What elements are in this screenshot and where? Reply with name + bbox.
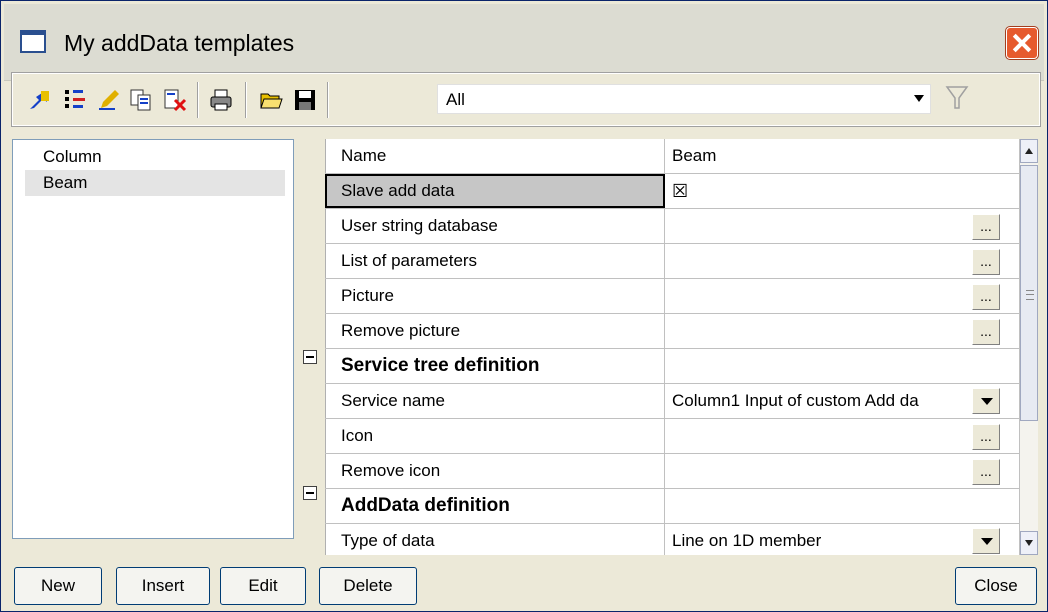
property-row-list-of-parameters[interactable]: List of parameters ...	[325, 244, 1019, 279]
new-template-icon[interactable]	[27, 88, 51, 112]
browse-button[interactable]: ...	[972, 319, 1000, 345]
property-name: List of parameters	[325, 244, 665, 278]
browse-button[interactable]: ...	[972, 214, 1000, 240]
checkbox[interactable]: ☒	[666, 174, 1002, 208]
filter-dropdown[interactable]: All	[437, 84, 931, 114]
print-icon[interactable]	[209, 88, 233, 112]
toolbar: All	[11, 72, 1041, 127]
property-value[interactable]: ...	[666, 244, 1002, 278]
grip-icon	[1026, 290, 1034, 300]
type-of-data-value: Line on 1D member	[672, 531, 822, 550]
title-bar: My addData templates	[4, 4, 1044, 81]
dropdown-button[interactable]	[972, 388, 1000, 414]
save-icon[interactable]	[293, 88, 317, 112]
list-item-column[interactable]: Column	[25, 144, 285, 170]
new-button[interactable]: New	[14, 567, 102, 605]
filter-value: All	[446, 90, 465, 109]
template-list: Column Beam	[12, 139, 294, 539]
edit-button[interactable]: Edit	[220, 567, 306, 605]
property-name: Slave add data	[325, 174, 665, 208]
property-value[interactable]: ...	[666, 419, 1002, 453]
browse-button[interactable]: ...	[972, 284, 1000, 310]
browse-button[interactable]: ...	[972, 459, 1000, 485]
toolbar-separator	[327, 82, 329, 118]
property-name: Remove icon	[325, 454, 665, 488]
property-value[interactable]: Column1 Input of custom Add da	[666, 384, 1002, 418]
property-row-remove-picture[interactable]: Remove picture ...	[325, 314, 1019, 349]
property-name: Remove picture	[325, 314, 665, 348]
delete-icon[interactable]	[163, 88, 187, 112]
property-value[interactable]: ...	[666, 454, 1002, 488]
scroll-up-button[interactable]	[1020, 139, 1038, 163]
property-value[interactable]: Line on 1D member	[666, 524, 1002, 555]
property-name: Name	[325, 139, 665, 173]
section-title: Service tree definition	[325, 349, 665, 383]
scroll-down-button[interactable]	[1020, 531, 1038, 555]
property-row-picture[interactable]: Picture ...	[325, 279, 1019, 314]
property-row-remove-icon[interactable]: Remove icon ...	[325, 454, 1019, 489]
grid-gutter	[297, 139, 326, 555]
property-row-user-string-database[interactable]: User string database ...	[325, 209, 1019, 244]
property-value[interactable]: Beam	[666, 139, 1002, 173]
property-name: Type of data	[325, 524, 665, 555]
property-name: Picture	[325, 279, 665, 313]
collapse-icon[interactable]	[303, 350, 317, 364]
filter-funnel-icon[interactable]	[945, 84, 969, 112]
section-header-service-tree[interactable]: Service tree definition	[325, 349, 1019, 384]
window-title: My addData templates	[64, 30, 295, 56]
collapse-icon[interactable]	[303, 486, 317, 500]
property-row-service-name[interactable]: Service name Column1 Input of custom Add…	[325, 384, 1019, 419]
property-value[interactable]: ...	[666, 279, 1002, 313]
property-name: User string database	[325, 209, 665, 243]
vertical-scrollbar[interactable]	[1019, 139, 1038, 555]
browse-button[interactable]: ...	[972, 249, 1000, 275]
insert-button[interactable]: Insert	[116, 567, 210, 605]
open-folder-icon[interactable]	[259, 88, 283, 112]
arrow-up-icon	[1025, 148, 1033, 154]
properties-icon[interactable]	[63, 88, 87, 112]
browse-button[interactable]: ...	[972, 424, 1000, 450]
delete-button[interactable]: Delete	[319, 567, 417, 605]
window-icon	[20, 30, 46, 53]
property-value	[666, 349, 1002, 383]
property-value	[666, 489, 1002, 523]
close-button[interactable]: Close	[955, 567, 1037, 605]
property-row-slave-add-data[interactable]: Slave add data ☒	[325, 174, 1019, 209]
property-grid: Name Beam Slave add data ☒ User string d…	[297, 139, 1038, 555]
property-value[interactable]: ...	[666, 314, 1002, 348]
edit-icon[interactable]	[97, 88, 121, 112]
chevron-down-icon	[914, 95, 924, 102]
property-row-icon[interactable]: Icon ...	[325, 419, 1019, 454]
property-row-name[interactable]: Name Beam	[325, 139, 1019, 174]
dropdown-button[interactable]	[972, 528, 1000, 554]
service-name-value: Column1 Input of custom Add da	[672, 391, 919, 410]
toolbar-separator	[197, 82, 199, 118]
copy-icon[interactable]	[129, 88, 153, 112]
list-item-beam[interactable]: Beam	[25, 170, 285, 196]
property-name: Service name	[325, 384, 665, 418]
arrow-down-icon	[1025, 540, 1033, 546]
property-row-type-of-data[interactable]: Type of data Line on 1D member	[325, 524, 1019, 555]
dialog-window: My addData templates All Column Beam Nam…	[0, 0, 1048, 612]
section-title: AddData definition	[325, 489, 665, 523]
section-header-adddata[interactable]: AddData definition	[325, 489, 1019, 524]
scroll-thumb[interactable]	[1020, 165, 1038, 421]
close-window-button[interactable]	[1005, 26, 1039, 60]
toolbar-separator	[245, 82, 247, 118]
property-value[interactable]: ...	[666, 209, 1002, 243]
property-name: Icon	[325, 419, 665, 453]
